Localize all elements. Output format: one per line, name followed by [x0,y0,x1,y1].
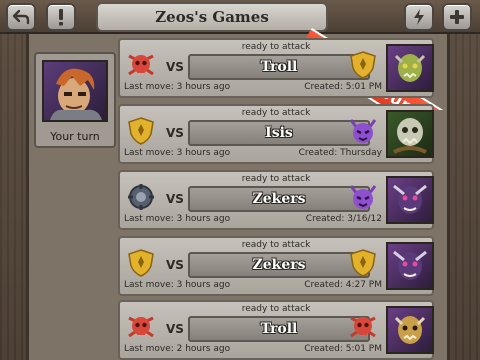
gear-emblem-icon [126,182,156,212]
game-row[interactable]: ready to attack VS Troll Last move: 3 ho… [118,38,434,98]
vs-label: VS [166,192,184,206]
opponent-avatar [386,110,434,158]
opponent-name: Troll [260,59,298,75]
last-move-text: Last move: 2 hours ago [124,344,231,354]
skull-emblem-icon [126,312,156,342]
player-avatar [42,60,108,122]
created-text: Created: 5:01 PM [304,82,382,92]
last-move-text: Last move: 3 hours ago [124,148,231,158]
opponent-name: Zekers [252,191,306,207]
created-text: Created: 3/16/12 [305,214,382,224]
opponent-avatar [386,176,434,224]
vs-label: VS [166,60,184,74]
last-move-text: Last move: 3 hours ago [124,214,231,224]
opponent-name-plate: Troll [188,316,370,342]
your-turn-label: Your turn [50,130,100,143]
opponent-name-plate: Troll [188,54,370,80]
game-row[interactable]: ready to attack VS Zekers Last move: 3 h… [118,236,434,296]
game-row[interactable]: ready to attack VS Zekers Last move: 3 h… [118,170,434,230]
created-text: Created: Thursday [298,148,382,158]
opponent-avatar [386,242,434,290]
vs-label: VS [166,126,184,140]
opponent-name-plate: Isis [188,120,370,146]
gold-shield-emblem-icon [126,248,156,278]
back-button[interactable] [6,3,36,31]
purple-demon-emblem-icon [348,116,378,146]
opponent-name: Troll [260,321,298,337]
your-turn-card: Your turn [34,52,116,148]
created-text: Created: 4:27 PM [304,280,382,290]
opponent-name-plate: Zekers [188,186,370,212]
vs-label: VS [166,322,184,336]
opponent-name: Zekers [252,257,306,273]
purple-demon-emblem-icon [348,182,378,212]
game-row[interactable]: ready to attack VS Troll Last move: 2 ho… [118,300,434,360]
gold-shield-emblem-icon [348,50,378,80]
exclamation-icon [59,9,63,26]
opponent-name-plate: Zekers [188,252,370,278]
last-move-text: Last move: 3 hours ago [124,280,231,290]
opponent-avatar [386,306,434,354]
game-row[interactable]: ready to attack VS Isis Last move: 3 hou… [118,104,434,164]
back-arrow-icon [12,9,30,25]
vs-label: VS [166,258,184,272]
info-button[interactable] [46,3,76,31]
opponent-name: Isis [265,125,293,141]
gold-shield-emblem-icon [348,248,378,278]
skull-emblem-icon [126,50,156,80]
created-text: Created: 5:01 PM [304,344,382,354]
skull-emblem-icon [348,312,378,342]
gold-shield-emblem-icon [126,116,156,146]
opponent-avatar [386,44,434,92]
last-move-text: Last move: 3 hours ago [124,82,231,92]
